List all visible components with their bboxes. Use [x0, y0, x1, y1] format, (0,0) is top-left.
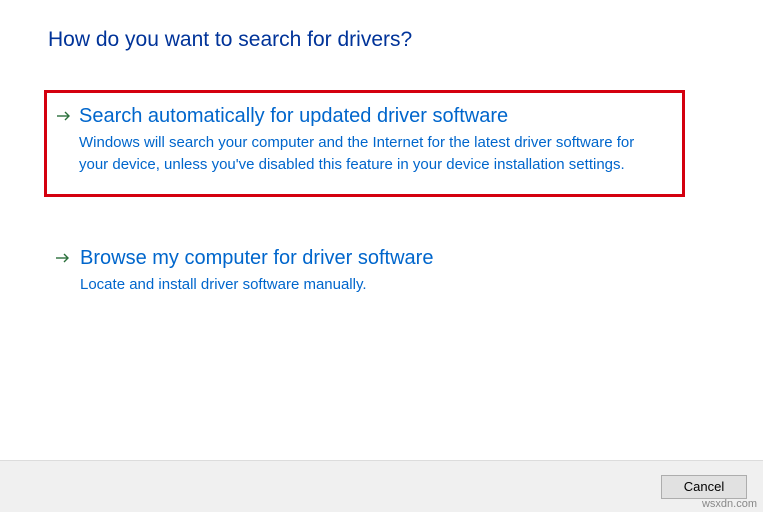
option-title: Browse my computer for driver software	[80, 247, 703, 270]
arrow-right-icon	[56, 253, 70, 267]
dialog-footer: Cancel	[0, 460, 763, 512]
option-title: Search automatically for updated driver …	[79, 105, 670, 128]
cancel-button[interactable]: Cancel	[661, 475, 747, 499]
option-description: Windows will search your computer and th…	[79, 132, 639, 176]
arrow-right-icon	[57, 111, 71, 125]
option-search-automatically[interactable]: Search automatically for updated driver …	[44, 90, 685, 197]
option-browse-computer[interactable]: Browse my computer for driver software L…	[48, 237, 715, 310]
watermark-text: wsxdn.com	[702, 498, 757, 510]
option-description: Locate and install driver software manua…	[80, 274, 640, 296]
page-title: How do you want to search for drivers?	[48, 28, 715, 52]
